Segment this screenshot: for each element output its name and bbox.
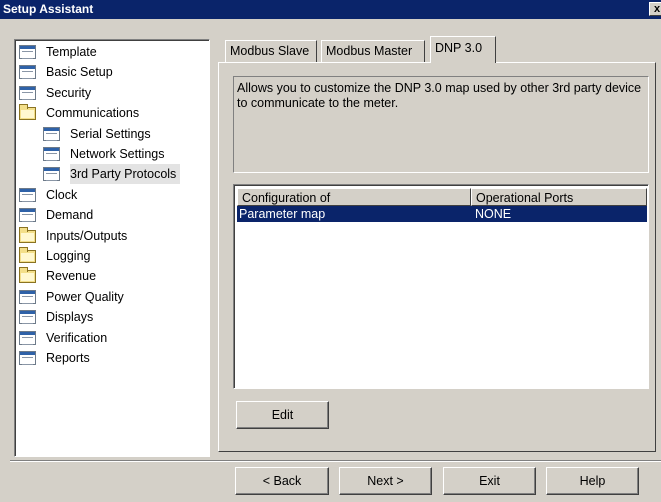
tree-item-label: Clock [46, 188, 78, 202]
tree-item-label: Demand [46, 208, 94, 222]
help-button[interactable]: Help [546, 467, 639, 495]
back-button-label: < Back [262, 474, 302, 488]
tab-label: Modbus Master [326, 44, 413, 58]
edit-button-label: Edit [271, 408, 294, 422]
tree-item-label: 3rd Party Protocols [70, 164, 181, 184]
tree-item-label: Inputs/Outputs [46, 229, 128, 243]
doc-icon [19, 208, 36, 222]
tab-modbus-slave[interactable]: Modbus Slave [225, 40, 317, 62]
doc-icon [43, 147, 60, 161]
folder-icon [19, 227, 36, 243]
column-header-label: Configuration of [242, 191, 331, 205]
doc-icon [19, 86, 36, 100]
doc-icon [19, 188, 36, 202]
tab-dnp-3-0[interactable]: DNP 3.0 [430, 36, 496, 63]
doc-icon [19, 290, 36, 304]
folder-icon [19, 247, 36, 263]
doc-icon [19, 65, 36, 79]
next-button-label: Next > [367, 474, 404, 488]
close-icon: x [653, 3, 661, 15]
doc-icon [19, 310, 36, 324]
tree-item-label: Basic Setup [46, 65, 113, 79]
exit-button-label: Exit [479, 474, 500, 488]
folder-icon [19, 104, 36, 120]
tree-item-label: Serial Settings [70, 127, 151, 141]
cell-configuration: Parameter map [239, 207, 326, 221]
exit-button[interactable]: Exit [443, 467, 536, 495]
help-button-label: Help [579, 474, 606, 488]
column-header-configuration[interactable]: Configuration of [237, 188, 471, 206]
tree-item-label: Communications [46, 106, 140, 120]
table-row[interactable]: Parameter map NONE [237, 206, 647, 222]
doc-icon [43, 167, 60, 181]
tree-item-label: Revenue [46, 269, 97, 283]
column-header-operational-ports[interactable]: Operational Ports [471, 188, 647, 206]
tree-item-label: Template [46, 45, 97, 59]
doc-icon [43, 127, 60, 141]
tree-item-label: Logging [46, 249, 91, 263]
tree-item-label: Security [46, 86, 92, 100]
navigation-tree[interactable]: Template Basic Setup Security Communicat… [14, 39, 210, 457]
tab-label: Modbus Slave [230, 44, 310, 58]
description-box: Allows you to customize the DNP 3.0 map … [233, 76, 649, 173]
window-title: Setup Assistant [3, 2, 94, 16]
cell-ports: NONE [475, 207, 512, 221]
tab-label: DNP 3.0 [435, 41, 483, 55]
column-header-label: Operational Ports [476, 191, 574, 205]
tree-item-label: Displays [46, 310, 94, 324]
title-bar: Setup Assistant [0, 0, 661, 19]
tree-item-label: Power Quality [46, 290, 124, 304]
description-text: Allows you to customize the DNP 3.0 map … [237, 81, 642, 110]
close-button[interactable]: x [649, 2, 661, 16]
tab-modbus-master[interactable]: Modbus Master [321, 40, 425, 62]
doc-icon [19, 351, 36, 365]
doc-icon [19, 331, 36, 345]
tree-item-label: Verification [46, 331, 108, 345]
folder-icon [19, 267, 36, 283]
doc-icon [19, 45, 36, 59]
tree-item-label: Network Settings [70, 147, 165, 161]
back-button[interactable]: < Back [235, 467, 329, 495]
tree-item-label: Reports [46, 351, 90, 365]
configuration-list[interactable]: Configuration of Operational Ports Param… [233, 184, 649, 389]
separator [10, 460, 661, 462]
next-button[interactable]: Next > [339, 467, 432, 495]
edit-button[interactable]: Edit [236, 401, 329, 429]
